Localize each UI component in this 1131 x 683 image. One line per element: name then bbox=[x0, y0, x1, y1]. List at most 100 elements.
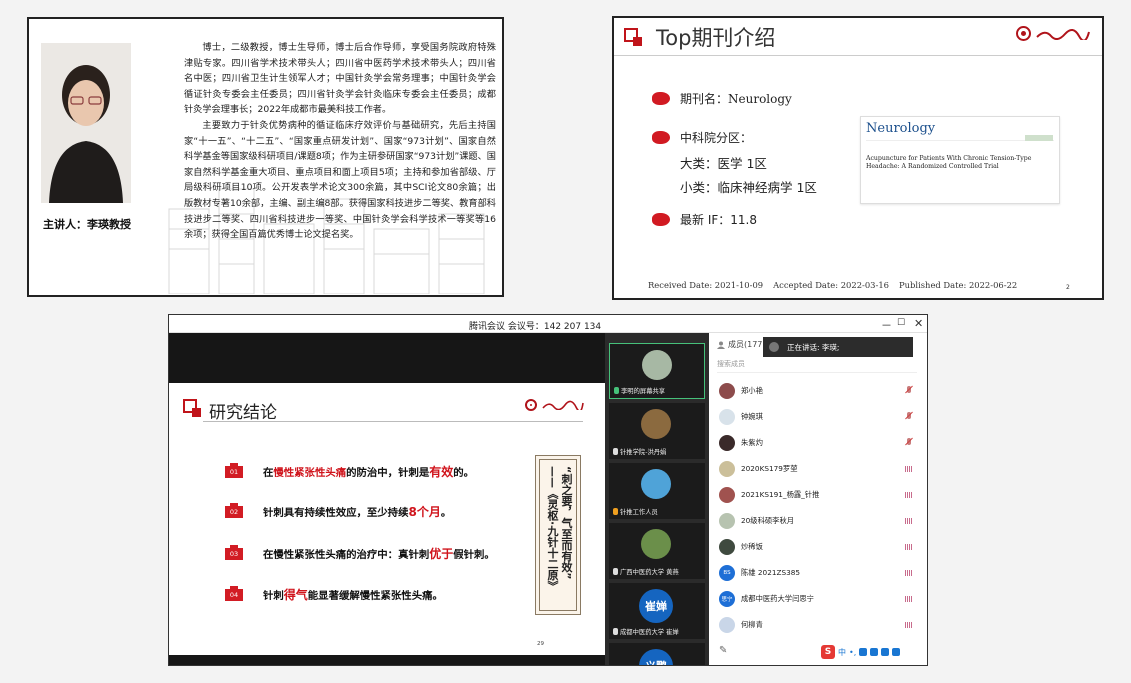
member-name: 2021KS191_杨露_针推 bbox=[741, 490, 820, 499]
participant-name: 针推工作人员 bbox=[620, 509, 658, 516]
mic-level-icon[interactable] bbox=[905, 620, 913, 629]
zone-label: 中科院分区： bbox=[680, 131, 753, 145]
mic-level-icon[interactable] bbox=[905, 464, 913, 473]
item-number: 04 bbox=[225, 585, 243, 601]
shared-screen: 研究结论 01 在慢性紧张性头痛的防治中，针刺是有效的。 02 针刺具有持续性效… bbox=[169, 333, 605, 665]
conclusion-item: 04 针刺得气能显著缓解慢性紧张性头痛。 bbox=[225, 585, 443, 603]
bullet-icon bbox=[652, 131, 670, 144]
member-row[interactable]: 思宁 成都中医药大学闫思宁 bbox=[719, 589, 919, 609]
member-row[interactable]: BS 陈雄 2021ZS385 bbox=[719, 563, 919, 583]
mic-muted-icon[interactable] bbox=[905, 438, 913, 447]
participant-avatar bbox=[641, 469, 671, 499]
video-tile[interactable]: 义鹏 bbox=[609, 643, 705, 665]
member-avatar: 思宁 bbox=[719, 591, 735, 607]
microphone-icon bbox=[614, 387, 619, 394]
text-segment: 能显著缓解慢性紧张性头痛。 bbox=[307, 590, 443, 602]
keyboard-icon[interactable] bbox=[870, 648, 879, 656]
member-row[interactable]: 2021KS191_杨露_针推 bbox=[719, 485, 919, 505]
brush-icon[interactable]: ✎ bbox=[719, 645, 727, 656]
close-button[interactable]: ✕ bbox=[914, 317, 923, 330]
member-avatar bbox=[719, 513, 735, 529]
speaker-photo bbox=[41, 43, 131, 203]
bullet-icon bbox=[652, 92, 670, 105]
highlight-text: 得气 bbox=[283, 588, 308, 602]
member-panel-header: 成员(177) bbox=[717, 339, 766, 350]
received-date: Received Date: 2021-10-09 bbox=[648, 280, 764, 290]
conclusion-item: 03 在慢性紧张性头痛的治疗中：真针刺优于假针刺。 bbox=[225, 544, 495, 562]
member-row[interactable]: 钟婉琪 bbox=[719, 407, 919, 427]
participant-name: 李明的屏幕共享 bbox=[621, 388, 666, 395]
member-name: 炒稀饭 bbox=[741, 542, 763, 551]
member-avatar bbox=[719, 383, 735, 399]
mic-level-icon[interactable] bbox=[905, 594, 913, 603]
accepted-date: Accepted Date: 2022-03-16 bbox=[773, 280, 890, 290]
minimize-button[interactable]: － bbox=[881, 317, 892, 333]
member-name: 何柳青 bbox=[741, 620, 763, 629]
member-row[interactable]: 2020KS179罗堃 bbox=[719, 459, 919, 479]
video-tile[interactable]: 针推工作人员 bbox=[609, 463, 705, 519]
seal-icon bbox=[1016, 26, 1031, 41]
participant-avatar bbox=[642, 350, 672, 380]
member-row[interactable]: 朱紫灼 bbox=[719, 433, 919, 453]
journal-label: 期刊名： bbox=[680, 92, 729, 106]
text-segment: 针刺 bbox=[263, 590, 284, 602]
text-segment: 假针刺。 bbox=[453, 549, 495, 561]
search-placeholder: 搜索成员 bbox=[717, 360, 745, 368]
member-search[interactable]: 搜索成员 bbox=[717, 359, 917, 373]
text-segment: 针刺具有持续性效应，至少持续 bbox=[263, 507, 409, 519]
speaking-indicator: 正在讲话: 李瑛; bbox=[763, 337, 913, 357]
quote-scroll: “刺之要，气至而有效” ——《灵枢·九针十二原》 bbox=[535, 455, 581, 615]
impact-factor-row: 最新 IF：11.8 bbox=[652, 211, 757, 228]
voice-input-icon[interactable] bbox=[859, 648, 868, 656]
mic-level-icon[interactable] bbox=[905, 568, 913, 577]
zone-row: 中科院分区： bbox=[652, 129, 752, 146]
member-name: 2020KS179罗堃 bbox=[741, 464, 798, 473]
slide-title: 研究结论 bbox=[209, 403, 277, 423]
microphone-icon bbox=[613, 568, 618, 575]
video-tile[interactable]: 崔婵 成都中医药大学 崔婵 bbox=[609, 583, 705, 639]
member-row[interactable]: 炒稀饭 bbox=[719, 537, 919, 557]
member-row[interactable]: 20级科硕李秋月 bbox=[719, 511, 919, 531]
quote-text: “刺之要，气至而有效” bbox=[560, 466, 573, 580]
bio-paragraph: 博士，二级教授，博士生导师，博士后合作导师，享受国务院政府特殊津贴专家。四川省学… bbox=[184, 42, 496, 116]
window-titlebar: 腾讯会议 会议号：142 207 134 － ☐ ✕ bbox=[169, 315, 927, 333]
mic-level-icon[interactable] bbox=[905, 542, 913, 551]
mic-muted-icon[interactable] bbox=[905, 412, 913, 421]
published-date: Published Date: 2022-06-22 bbox=[899, 280, 1018, 290]
maximize-button[interactable]: ☐ bbox=[897, 318, 905, 328]
participant-name: 针推学院-洪丹娟 bbox=[620, 449, 667, 456]
sogou-ime-icon[interactable]: S bbox=[821, 645, 835, 659]
participant-name: 成都中医药大学 崔婵 bbox=[620, 629, 679, 636]
mic-level-icon[interactable] bbox=[905, 516, 913, 525]
item-number: 01 bbox=[225, 462, 243, 478]
skin-icon[interactable] bbox=[881, 648, 890, 656]
participant-avatar bbox=[641, 409, 671, 439]
microphone-icon bbox=[613, 628, 618, 635]
member-name: 钟婉琪 bbox=[741, 412, 763, 421]
video-tile[interactable]: 广西中医药大学 黄燕 bbox=[609, 523, 705, 579]
video-tile-column: 李明的屏幕共享 针推学院-洪丹娟 针推工作人员 广西中医药大学 黄燕 崔婵 成都… bbox=[605, 333, 709, 665]
member-name: 20级科硕李秋月 bbox=[741, 516, 795, 525]
input-method-toolbar[interactable]: S 中 •, bbox=[821, 645, 901, 659]
toolbox-icon[interactable] bbox=[892, 648, 901, 656]
punctuation-icon[interactable]: •, bbox=[849, 648, 856, 657]
text-segment: 在 bbox=[263, 467, 274, 479]
conclusion-item: 02 针刺具有持续性效应，至少持续8个月。 bbox=[225, 502, 452, 520]
article-dates: Received Date: 2021-10-09 Accepted Date:… bbox=[648, 280, 1017, 290]
highlight-text: 8个月 bbox=[408, 505, 441, 519]
article-screenshot-card: Neurology Acupuncture for Patients With … bbox=[860, 116, 1060, 204]
mic-muted-icon[interactable] bbox=[905, 386, 913, 395]
mic-level-icon[interactable] bbox=[905, 490, 913, 499]
video-tile[interactable]: 李明的屏幕共享 bbox=[609, 343, 705, 399]
member-avatar bbox=[719, 487, 735, 503]
user-icon bbox=[717, 341, 725, 349]
ime-mode[interactable]: 中 bbox=[838, 647, 846, 658]
journal-intro-slide: Top期刊介绍 期刊名：Neurology 中科院分区： 大类：医学 1区 小类… bbox=[612, 16, 1104, 300]
speaker-label: 主讲人：李瑛教授 bbox=[43, 218, 131, 231]
member-row[interactable]: 郑小艳 bbox=[719, 381, 919, 401]
video-tile[interactable]: 针推学院-洪丹娟 bbox=[609, 403, 705, 459]
text-segment: 的防治中，针刺是 bbox=[346, 467, 430, 479]
item-number: 03 bbox=[225, 544, 243, 560]
text-segment: 。 bbox=[440, 507, 452, 519]
member-row[interactable]: 何柳青 bbox=[719, 615, 919, 635]
